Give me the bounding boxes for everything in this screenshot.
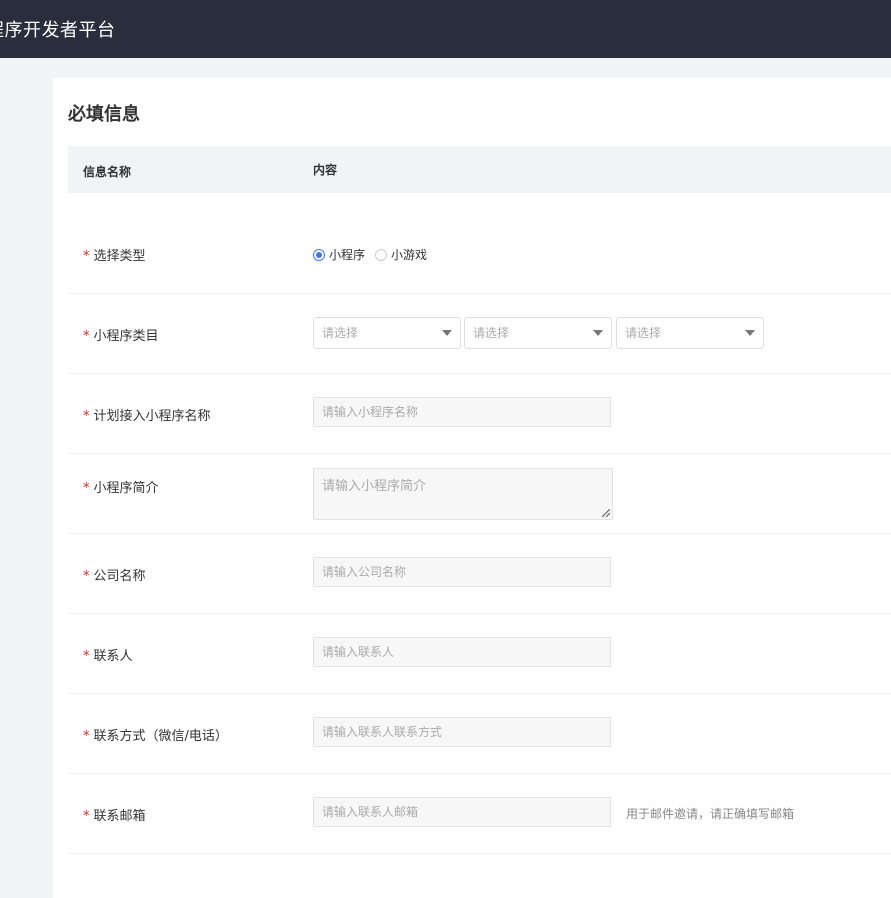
label-type: 选择类型 <box>93 249 146 264</box>
contact-input[interactable]: 请输入联系人 <box>313 637 611 667</box>
type-radio-group: 小程序 小游戏 <box>313 246 437 263</box>
column-header-name: 信息名称 <box>83 165 132 179</box>
resize-handle-icon[interactable] <box>602 509 610 517</box>
form-row-category: * 小程序类目 请选择 请选择 请选择 <box>68 293 891 374</box>
email-hint: 用于邮件邀请，请正确填写邮箱 <box>626 807 795 821</box>
radio-label: 小程序 <box>329 248 366 262</box>
label-category: 小程序类目 <box>93 329 159 344</box>
form-row-email: * 联系邮箱 请输入联系人邮箱 用于邮件邀请，请正确填写邮箱 <box>68 773 891 854</box>
row-label: * 选择类型 <box>83 245 146 264</box>
section-title: 必填信息 <box>68 104 140 125</box>
row-label: * 联系邮箱 <box>83 805 146 824</box>
label-email: 联系邮箱 <box>93 809 146 824</box>
form-row-company: * 公司名称 请输入公司名称 <box>68 533 891 614</box>
radio-unchecked-icon <box>375 248 388 261</box>
radio-label: 小游戏 <box>391 248 428 262</box>
row-label: * 计划接入小程序名称 <box>83 405 211 424</box>
label-intro: 小程序简介 <box>93 481 159 496</box>
chevron-down-icon <box>745 330 755 336</box>
category-selects: 请选择 请选择 请选择 <box>313 317 773 349</box>
top-navigation-bar: 程序开发者平台 <box>0 0 891 58</box>
row-label: * 小程序类目 <box>83 325 159 344</box>
app-name-input[interactable]: 请输入小程序名称 <box>313 397 611 427</box>
category-select-2[interactable]: 请选择 <box>464 317 612 349</box>
label-contact: 联系人 <box>93 649 133 664</box>
form-card: 必填信息 信息名称 内容 *选择类型 小程序 小游戏 *小程序类目 请选择 <box>53 78 891 898</box>
required-mark: * <box>83 729 90 744</box>
form-row-app-name: * 计划接入小程序名称 请输入小程序名称 <box>68 373 891 454</box>
row-label: * 公司名称 <box>83 565 146 584</box>
label-company: 公司名称 <box>93 569 146 584</box>
chevron-down-icon <box>442 330 452 336</box>
form-row-intro: * 小程序简介 请输入小程序简介 <box>68 453 891 534</box>
select-value: 请选择 <box>625 326 662 340</box>
category-select-3[interactable]: 请选择 <box>616 317 764 349</box>
textarea-placeholder: 请输入小程序简介 <box>322 479 427 494</box>
chevron-down-icon <box>593 330 603 336</box>
select-value: 请选择 <box>322 326 359 340</box>
label-contact-method: 联系方式（微信/电话） <box>93 729 228 744</box>
required-mark: * <box>83 649 90 664</box>
select-value: 请选择 <box>473 326 510 340</box>
form-row-type: * 选择类型 小程序 小游戏 <box>68 213 891 294</box>
required-mark: * <box>83 481 90 496</box>
required-mark: * <box>83 409 90 424</box>
form-row-contact: * 联系人 请输入联系人 <box>68 613 891 694</box>
required-mark: * <box>83 569 90 584</box>
radio-mini-program[interactable]: 小程序 <box>313 246 365 263</box>
row-label: * 联系人 <box>83 645 133 664</box>
table-header: 信息名称 内容 <box>68 146 891 193</box>
row-label: * 联系方式（微信/电话） <box>83 725 228 744</box>
category-select-1[interactable]: 请选择 <box>313 317 461 349</box>
label-app-name: 计划接入小程序名称 <box>93 409 211 424</box>
radio-mini-game[interactable]: 小游戏 <box>375 246 427 263</box>
company-input[interactable]: 请输入公司名称 <box>313 557 611 587</box>
contact-method-input[interactable]: 请输入联系人联系方式 <box>313 717 611 747</box>
intro-textarea[interactable]: 请输入小程序简介 <box>313 468 613 520</box>
required-mark: * <box>83 329 90 344</box>
platform-title: 程序开发者平台 <box>0 20 116 41</box>
required-mark: * <box>83 809 90 824</box>
form-row-contact-method: * 联系方式（微信/电话） 请输入联系人联系方式 <box>68 693 891 774</box>
email-input[interactable]: 请输入联系人邮箱 <box>313 797 611 827</box>
required-mark: * <box>83 249 90 264</box>
column-header-content: 内容 <box>313 163 338 177</box>
row-label: * 小程序简介 <box>83 477 159 496</box>
radio-checked-icon <box>313 248 325 261</box>
